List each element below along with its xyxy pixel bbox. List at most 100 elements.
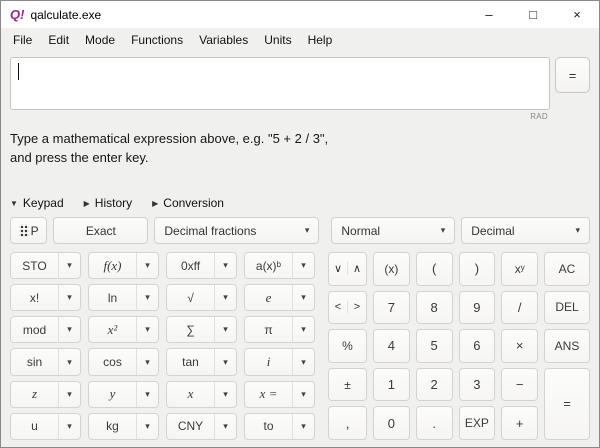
key-e-constant-dropdown-icon[interactable]: ▾: [293, 285, 314, 310]
key-digit-8[interactable]: 8: [416, 291, 453, 325]
key-digit-9[interactable]: 9: [459, 291, 496, 325]
key-comma[interactable]: ,: [328, 406, 367, 440]
key-a-x-b-label[interactable]: a(x)ᵇ: [245, 253, 293, 278]
key-var-z-label[interactable]: z: [11, 382, 59, 407]
key-pi-dropdown-icon[interactable]: ▾: [293, 317, 314, 342]
key-sum-label[interactable]: ∑: [167, 317, 215, 342]
number-base-combo[interactable]: Decimal ▾: [461, 217, 590, 244]
key-factorial[interactable]: x!▾: [10, 284, 81, 311]
key-var-z-dropdown-icon[interactable]: ▾: [59, 382, 80, 407]
expression-input[interactable]: [10, 57, 550, 110]
key-unit-u-dropdown-icon[interactable]: ▾: [59, 414, 80, 439]
key-equals-key[interactable]: =: [544, 368, 590, 440]
key-pi-label[interactable]: π: [245, 317, 293, 342]
key-mod-label[interactable]: mod: [11, 317, 59, 342]
maximize-icon[interactable]: □: [511, 1, 555, 28]
key-convert-to-dropdown-icon[interactable]: ▾: [293, 414, 314, 439]
key-divide[interactable]: /: [501, 291, 538, 325]
key-answer[interactable]: ANS: [544, 329, 590, 363]
key-hex-label[interactable]: 0xff: [167, 253, 215, 278]
key-ln-label[interactable]: ln: [89, 285, 137, 310]
key-power[interactable]: xʸ: [501, 252, 538, 286]
key-x-equals-dropdown-icon[interactable]: ▾: [293, 382, 314, 407]
menu-units[interactable]: Units: [256, 30, 299, 50]
close-icon[interactable]: ×: [555, 1, 599, 28]
key-mod-dropdown-icon[interactable]: ▾: [59, 317, 80, 342]
key-open-paren[interactable]: (: [416, 252, 453, 286]
key-e-constant-label[interactable]: e: [245, 285, 293, 310]
key-parentheses-x[interactable]: (x): [373, 252, 410, 286]
key-cos-label[interactable]: cos: [89, 349, 137, 374]
key-tan-dropdown-icon[interactable]: ▾: [215, 349, 236, 374]
key-cos[interactable]: cos▾: [88, 348, 159, 375]
key-digit-7[interactable]: 7: [373, 291, 410, 325]
key-var-x-dropdown-icon[interactable]: ▾: [215, 382, 236, 407]
minimize-icon[interactable]: –: [467, 1, 511, 28]
key-square[interactable]: x²▾: [88, 316, 159, 343]
key-function[interactable]: f(x)▾: [88, 252, 159, 279]
expander-history[interactable]: ▶History: [84, 196, 133, 210]
key-add[interactable]: +: [501, 406, 538, 440]
key-square-label[interactable]: x²: [89, 317, 137, 342]
menu-help[interactable]: Help: [300, 30, 341, 50]
key-digit-1[interactable]: 1: [373, 368, 410, 402]
key-sto-dropdown-icon[interactable]: ▾: [59, 253, 80, 278]
key-percent[interactable]: %: [328, 329, 367, 363]
key-pi[interactable]: π▾: [244, 316, 315, 343]
key-var-y-label[interactable]: y: [89, 382, 137, 407]
key-unit-u-label[interactable]: u: [11, 414, 59, 439]
key-function-dropdown-icon[interactable]: ▾: [137, 253, 158, 278]
key-hex[interactable]: 0xff▾: [166, 252, 237, 279]
key-sin-dropdown-icon[interactable]: ▾: [59, 349, 80, 374]
key-sto[interactable]: STO▾: [10, 252, 81, 279]
key-sum[interactable]: ∑▾: [166, 316, 237, 343]
key-exp[interactable]: EXP: [459, 406, 496, 440]
key-decimal-point[interactable]: .: [416, 406, 453, 440]
key-cursor-left-right[interactable]: <>: [328, 291, 367, 325]
key-tan[interactable]: tan▾: [166, 348, 237, 375]
key-imaginary-dropdown-icon[interactable]: ▾: [293, 349, 314, 374]
key-ln-dropdown-icon[interactable]: ▾: [137, 285, 158, 310]
key-currency-cny-label[interactable]: CNY: [167, 414, 215, 439]
key-ln[interactable]: ln▾: [88, 284, 159, 311]
key-plus-minus[interactable]: ±: [328, 368, 367, 402]
key-a-x-b[interactable]: a(x)ᵇ▾: [244, 252, 315, 279]
key-currency-cny-dropdown-icon[interactable]: ▾: [215, 414, 236, 439]
exact-mode-button[interactable]: Exact: [53, 217, 148, 244]
key-factorial-dropdown-icon[interactable]: ▾: [59, 285, 80, 310]
key-imaginary-label[interactable]: i: [245, 349, 293, 374]
calculate-button[interactable]: =: [555, 57, 590, 93]
key-sqrt[interactable]: √▾: [166, 284, 237, 311]
key-cursor-left-right-1[interactable]: >: [348, 301, 366, 313]
menu-mode[interactable]: Mode: [77, 30, 123, 50]
key-cos-dropdown-icon[interactable]: ▾: [137, 349, 158, 374]
key-convert-to[interactable]: to▾: [244, 413, 315, 440]
key-convert-to-label[interactable]: to: [245, 414, 293, 439]
key-cursor-left-right-0[interactable]: <: [329, 301, 348, 313]
key-factorial-label[interactable]: x!: [11, 285, 59, 310]
key-sqrt-dropdown-icon[interactable]: ▾: [215, 285, 236, 310]
key-unit-kg-label[interactable]: kg: [89, 414, 137, 439]
key-square-dropdown-icon[interactable]: ▾: [137, 317, 158, 342]
key-var-x-label[interactable]: x: [167, 382, 215, 407]
fraction-mode-combo[interactable]: Decimal fractions ▾: [154, 217, 319, 244]
key-close-paren[interactable]: ): [459, 252, 496, 286]
key-unit-kg-dropdown-icon[interactable]: ▾: [137, 414, 158, 439]
key-e-constant[interactable]: e▾: [244, 284, 315, 311]
key-unit-u[interactable]: u▾: [10, 413, 81, 440]
key-digit-6[interactable]: 6: [459, 329, 496, 363]
expander-keypad[interactable]: ▼Keypad: [10, 196, 64, 210]
key-sqrt-label[interactable]: √: [167, 285, 215, 310]
key-sin[interactable]: sin▾: [10, 348, 81, 375]
key-sum-dropdown-icon[interactable]: ▾: [215, 317, 236, 342]
key-hex-dropdown-icon[interactable]: ▾: [215, 253, 236, 278]
key-history-up-down-1[interactable]: ∧: [348, 262, 366, 275]
keypad-type-button[interactable]: P: [10, 217, 47, 244]
key-digit-5[interactable]: 5: [416, 329, 453, 363]
display-mode-combo[interactable]: Normal ▾: [331, 217, 455, 244]
key-digit-4[interactable]: 4: [373, 329, 410, 363]
key-imaginary[interactable]: i▾: [244, 348, 315, 375]
key-x-equals[interactable]: x =▾: [244, 381, 315, 408]
key-subtract[interactable]: −: [501, 368, 538, 402]
menu-functions[interactable]: Functions: [123, 30, 191, 50]
